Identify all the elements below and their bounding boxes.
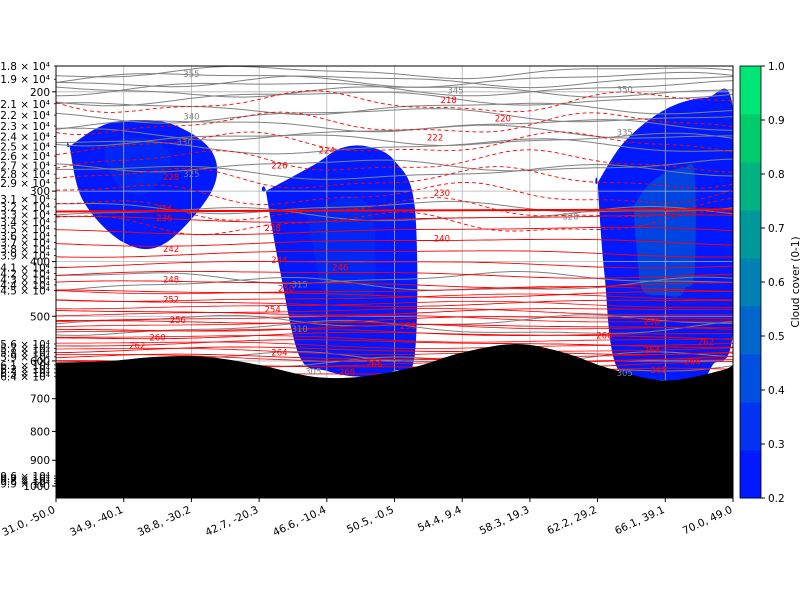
temperature-contour-label: 244	[271, 256, 287, 266]
temperature-contour-label: 262	[698, 338, 714, 348]
colorbar-tick-label: 1.0	[768, 61, 785, 73]
theta-contour-label: 305	[305, 368, 321, 378]
temperature-contour-label: 266	[684, 358, 700, 368]
temperature-contour-label: 260	[149, 333, 165, 343]
x-tick-label: 54.4, 9.4	[416, 504, 464, 535]
temperature-contour-label: 266	[366, 360, 382, 370]
theta-contour-label: 325	[183, 170, 199, 180]
colorbar-tick-label: 0.8	[768, 169, 785, 181]
temperature-contour-label: 256	[170, 316, 186, 326]
x-tick-label: 38.8, -30.2	[136, 504, 193, 539]
temperature-contour-label: 248	[163, 275, 179, 285]
theta-contour-label: 310	[292, 325, 308, 335]
theta-contour-label: 350	[617, 85, 633, 95]
x-tick-label: 31.0, -50.0	[0, 504, 57, 539]
colorbar-tick-label: 0.7	[768, 223, 785, 235]
theta-contour-label: 345	[447, 87, 463, 97]
colorbar-segment	[740, 354, 761, 403]
temperature-contour-label: 252	[163, 296, 179, 306]
colorbar-segment	[740, 210, 761, 259]
colorbar-segment	[740, 450, 761, 499]
x-tick-label: 42.7, -20.3	[203, 504, 260, 539]
colorbar-segment	[740, 402, 761, 451]
temperature-contour-label: 264	[644, 346, 660, 356]
theta-contour-label: 320	[562, 213, 578, 223]
colorbar-segment	[740, 258, 761, 307]
temperature-contour-label: 260	[596, 332, 612, 342]
colorbar-segment	[740, 114, 761, 163]
y-minor-tick-label: 1.9 × 10⁴	[0, 74, 50, 86]
cross-section-chart: 218 220 222 224 226 228 230 234236 238 240 242 244 2…	[0, 61, 800, 539]
x-axis: 31.0, -50.0 34.9, -40.1 38.8, -30.2 42.7, -…	[0, 498, 734, 539]
colorbar-segment	[740, 66, 761, 115]
temperature-contour-label: 240	[434, 234, 450, 244]
temperature-contour-label: 220	[495, 114, 511, 124]
y-minor-tick-label: 1.8 × 10⁴	[0, 61, 50, 73]
colorbar-tick-label: 0.2	[768, 493, 785, 505]
plot-area: 218 220 222 224 226 228 230 234236 238 240 242 244 2…	[55, 65, 734, 499]
y-minor-tick-label: 9.9 × 10⁴	[0, 479, 50, 491]
colorbar-segment	[740, 162, 761, 211]
x-tick-label: 62.2, 29.2	[545, 504, 599, 537]
temperature-contour-label: 218	[441, 96, 457, 106]
x-tick-label: 70.0, 49.0	[681, 504, 735, 537]
colorbar-label: Cloud cover (0-1)	[790, 236, 800, 327]
y-tick-label: 900	[30, 455, 50, 467]
temperature-contour-label: 222	[427, 133, 443, 143]
temperature-contour-label: 262	[129, 341, 145, 351]
colorbar-tick-label: 0.3	[768, 439, 785, 451]
y-tick-label: 700	[30, 394, 50, 406]
y-minor-tick-label: 2.9 × 10⁴	[0, 178, 50, 190]
y-minor-tick-label: 2.1 × 10⁴	[0, 99, 50, 111]
temperature-contour-label: 264	[271, 349, 287, 359]
x-tick-label: 34.9, -40.1	[68, 504, 125, 539]
temperature-contour-label: 268	[650, 366, 666, 376]
theta-contour-label: 315	[292, 280, 308, 290]
temperature-contour-label: 224	[319, 146, 335, 156]
temperature-contour-label: 226	[271, 161, 287, 171]
x-tick-label: 58.3, 19.3	[478, 504, 532, 537]
theta-contour-label: 305	[617, 369, 633, 379]
temperature-contour-label: 242	[163, 245, 179, 255]
y-tick-label: 200	[30, 87, 50, 99]
y-axis: 20030040050060070080090010001.8 × 10⁴1.9…	[0, 61, 56, 493]
temperature-contour-label: 230	[434, 189, 450, 199]
x-tick-label: 66.1, 39.1	[613, 504, 667, 537]
theta-contour-label: 330	[177, 139, 193, 149]
theta-contour-label: 340	[183, 112, 199, 122]
y-tick-label: 500	[30, 311, 50, 323]
colorbar-tick-label: 0.6	[768, 277, 785, 289]
colorbar-tick-label: 0.9	[768, 115, 785, 127]
x-tick-label: 46.6, -10.4	[271, 504, 328, 539]
colorbar-tick-label: 0.5	[768, 331, 785, 343]
temperature-contour-label: 254	[265, 305, 281, 315]
y-minor-tick-label: 4.5 × 10⁴	[0, 285, 50, 297]
y-tick-label: 800	[30, 426, 50, 438]
theta-contour-label: 335	[617, 128, 633, 138]
temperature-contour-label: 238	[265, 224, 281, 234]
colorbar-segment	[740, 306, 761, 355]
y-minor-tick-label: 3.9 × 10⁴	[0, 250, 50, 262]
temperature-contour-label: 258	[644, 318, 660, 328]
temperature-contour-label: 236	[156, 214, 172, 224]
x-tick-label: 50.5, -0.5	[345, 504, 396, 536]
temperature-contour-label: 234	[156, 204, 172, 214]
temperature-contour-label: 228	[163, 173, 179, 183]
y-minor-tick-label: 6.4 × 10⁴	[0, 372, 50, 384]
temperature-contour-label: 258	[400, 322, 416, 332]
colorbar-tick-label: 0.4	[768, 385, 785, 397]
colorbar: 0.2 0.3 0.4 0.5 0.6 0.7 0.8 0.9 1.0 Cloud cover (…	[739, 61, 800, 505]
theta-contour-label: 355	[183, 70, 199, 80]
temperature-contour-label: 268	[339, 368, 355, 378]
temperature-contour-label: 246	[332, 264, 348, 274]
